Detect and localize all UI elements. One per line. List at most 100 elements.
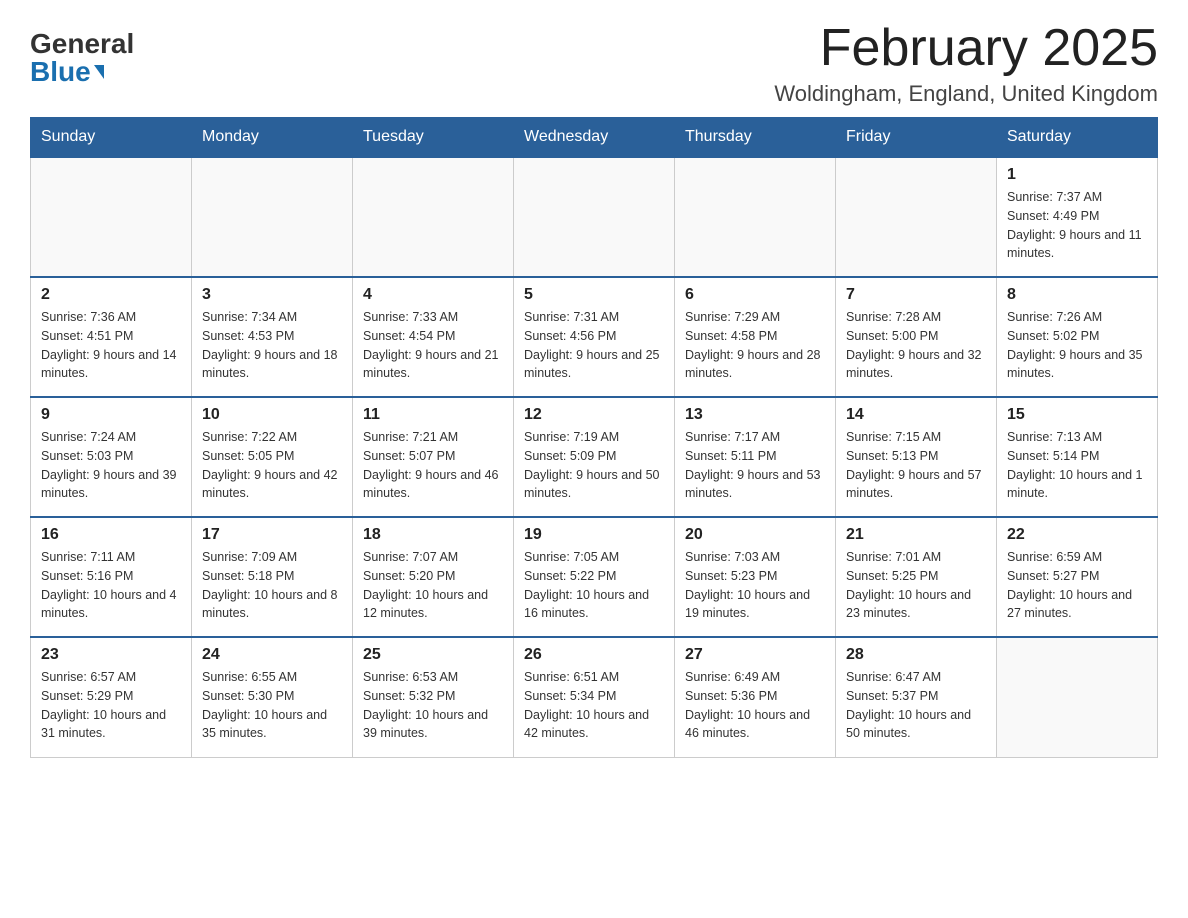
- location-title: Woldingham, England, United Kingdom: [774, 81, 1158, 107]
- day-info: Sunrise: 7:19 AMSunset: 5:09 PMDaylight:…: [524, 428, 664, 503]
- table-row: 15 Sunrise: 7:13 AMSunset: 5:14 PMDayligh…: [997, 397, 1158, 517]
- day-number: 17: [202, 526, 342, 544]
- day-number: 22: [1007, 526, 1147, 544]
- day-number: 3: [202, 286, 342, 304]
- table-row: [997, 637, 1158, 757]
- table-row: [675, 157, 836, 277]
- table-row: 25 Sunrise: 6:53 AMSunset: 5:32 PMDayligh…: [353, 637, 514, 757]
- day-number: 16: [41, 526, 181, 544]
- day-info: Sunrise: 7:03 AMSunset: 5:23 PMDaylight:…: [685, 548, 825, 623]
- header-monday: Monday: [192, 118, 353, 158]
- title-area: February 2025 Woldingham, England, Unite…: [774, 20, 1158, 107]
- day-number: 5: [524, 286, 664, 304]
- day-info: Sunrise: 7:34 AMSunset: 4:53 PMDaylight:…: [202, 308, 342, 383]
- header-friday: Friday: [836, 118, 997, 158]
- table-row: 20 Sunrise: 7:03 AMSunset: 5:23 PMDayligh…: [675, 517, 836, 637]
- table-row: 22 Sunrise: 6:59 AMSunset: 5:27 PMDayligh…: [997, 517, 1158, 637]
- calendar-week-row: 23Sunrise: 6:57 AMSunset: 5:29 PMDayligh…: [31, 637, 1158, 757]
- day-info: Sunrise: 7:13 AMSunset: 5:14 PMDaylight:…: [1007, 428, 1147, 503]
- calendar-week-row: 1 Sunrise: 7:37 AMSunset: 4:49 PMDaylight…: [31, 157, 1158, 277]
- table-row: 18 Sunrise: 7:07 AMSunset: 5:20 PMDayligh…: [353, 517, 514, 637]
- table-row: 24Sunrise: 6:55 AMSunset: 5:30 PMDayligh…: [192, 637, 353, 757]
- table-row: 1 Sunrise: 7:37 AMSunset: 4:49 PMDaylight…: [997, 157, 1158, 277]
- day-number: 1: [1007, 166, 1147, 184]
- table-row: 2 Sunrise: 7:36 AMSunset: 4:51 PMDaylight…: [31, 277, 192, 397]
- table-row: 28 Sunrise: 6:47 AMSunset: 5:37 PMDayligh…: [836, 637, 997, 757]
- calendar-header-row: Sunday Monday Tuesday Wednesday Thursday…: [31, 118, 1158, 158]
- day-number: 2: [41, 286, 181, 304]
- day-info: Sunrise: 7:07 AMSunset: 5:20 PMDaylight:…: [363, 548, 503, 623]
- table-row: 8Sunrise: 7:26 AMSunset: 5:02 PMDaylight…: [997, 277, 1158, 397]
- table-row: 17 Sunrise: 7:09 AMSunset: 5:18 PMDayligh…: [192, 517, 353, 637]
- day-number: 28: [846, 646, 986, 664]
- table-row: 9Sunrise: 7:24 AMSunset: 5:03 PMDaylight…: [31, 397, 192, 517]
- table-row: 10Sunrise: 7:22 AMSunset: 5:05 PMDayligh…: [192, 397, 353, 517]
- table-row: 12Sunrise: 7:19 AMSunset: 5:09 PMDayligh…: [514, 397, 675, 517]
- day-info: Sunrise: 6:51 AMSunset: 5:34 PMDaylight:…: [524, 668, 664, 743]
- day-info: Sunrise: 7:01 AMSunset: 5:25 PMDaylight:…: [846, 548, 986, 623]
- table-row: 5 Sunrise: 7:31 AMSunset: 4:56 PMDaylight…: [514, 277, 675, 397]
- table-row: [836, 157, 997, 277]
- day-info: Sunrise: 7:28 AMSunset: 5:00 PMDaylight:…: [846, 308, 986, 383]
- header-saturday: Saturday: [997, 118, 1158, 158]
- table-row: 3 Sunrise: 7:34 AMSunset: 4:53 PMDaylight…: [192, 277, 353, 397]
- table-row: 6 Sunrise: 7:29 AMSunset: 4:58 PMDaylight…: [675, 277, 836, 397]
- day-info: Sunrise: 6:47 AMSunset: 5:37 PMDaylight:…: [846, 668, 986, 743]
- day-number: 8: [1007, 286, 1147, 304]
- day-info: Sunrise: 7:21 AMSunset: 5:07 PMDaylight:…: [363, 428, 503, 503]
- month-title: February 2025: [774, 20, 1158, 77]
- day-number: 20: [685, 526, 825, 544]
- header-wednesday: Wednesday: [514, 118, 675, 158]
- day-info: Sunrise: 7:36 AMSunset: 4:51 PMDaylight:…: [41, 308, 181, 383]
- table-row: 4 Sunrise: 7:33 AMSunset: 4:54 PMDaylight…: [353, 277, 514, 397]
- table-row: 14 Sunrise: 7:15 AMSunset: 5:13 PMDayligh…: [836, 397, 997, 517]
- day-info: Sunrise: 7:37 AMSunset: 4:49 PMDaylight:…: [1007, 188, 1147, 263]
- day-number: 24: [202, 646, 342, 664]
- table-row: [31, 157, 192, 277]
- day-info: Sunrise: 6:53 AMSunset: 5:32 PMDaylight:…: [363, 668, 503, 743]
- header-sunday: Sunday: [31, 118, 192, 158]
- day-info: Sunrise: 7:09 AMSunset: 5:18 PMDaylight:…: [202, 548, 342, 623]
- table-row: 16 Sunrise: 7:11 AMSunset: 5:16 PMDayligh…: [31, 517, 192, 637]
- page-header: General Blue February 2025 Woldingham, E…: [30, 20, 1158, 107]
- table-row: [353, 157, 514, 277]
- logo: General Blue: [30, 20, 134, 86]
- table-row: 7 Sunrise: 7:28 AMSunset: 5:00 PMDaylight…: [836, 277, 997, 397]
- day-info: Sunrise: 7:24 AMSunset: 5:03 PMDaylight:…: [41, 428, 181, 503]
- day-number: 6: [685, 286, 825, 304]
- day-info: Sunrise: 7:17 AMSunset: 5:11 PMDaylight:…: [685, 428, 825, 503]
- header-thursday: Thursday: [675, 118, 836, 158]
- day-info: Sunrise: 6:59 AMSunset: 5:27 PMDaylight:…: [1007, 548, 1147, 623]
- day-number: 23: [41, 646, 181, 664]
- table-row: 27 Sunrise: 6:49 AMSunset: 5:36 PMDayligh…: [675, 637, 836, 757]
- day-number: 25: [363, 646, 503, 664]
- day-number: 18: [363, 526, 503, 544]
- table-row: [514, 157, 675, 277]
- header-tuesday: Tuesday: [353, 118, 514, 158]
- day-info: Sunrise: 7:33 AMSunset: 4:54 PMDaylight:…: [363, 308, 503, 383]
- day-info: Sunrise: 7:11 AMSunset: 5:16 PMDaylight:…: [41, 548, 181, 623]
- day-number: 27: [685, 646, 825, 664]
- table-row: 13Sunrise: 7:17 AMSunset: 5:11 PMDayligh…: [675, 397, 836, 517]
- day-number: 7: [846, 286, 986, 304]
- logo-blue-text: Blue: [30, 58, 106, 86]
- day-number: 26: [524, 646, 664, 664]
- day-info: Sunrise: 7:31 AMSunset: 4:56 PMDaylight:…: [524, 308, 664, 383]
- day-number: 15: [1007, 406, 1147, 424]
- calendar-week-row: 9Sunrise: 7:24 AMSunset: 5:03 PMDaylight…: [31, 397, 1158, 517]
- day-info: Sunrise: 7:15 AMSunset: 5:13 PMDaylight:…: [846, 428, 986, 503]
- logo-general-text: General: [30, 30, 134, 58]
- calendar-table: Sunday Monday Tuesday Wednesday Thursday…: [30, 117, 1158, 758]
- day-number: 4: [363, 286, 503, 304]
- calendar-week-row: 2 Sunrise: 7:36 AMSunset: 4:51 PMDaylight…: [31, 277, 1158, 397]
- day-number: 10: [202, 406, 342, 424]
- day-number: 11: [363, 406, 503, 424]
- day-info: Sunrise: 6:49 AMSunset: 5:36 PMDaylight:…: [685, 668, 825, 743]
- table-row: 11 Sunrise: 7:21 AMSunset: 5:07 PMDayligh…: [353, 397, 514, 517]
- day-number: 21: [846, 526, 986, 544]
- day-number: 19: [524, 526, 664, 544]
- day-number: 14: [846, 406, 986, 424]
- day-info: Sunrise: 7:29 AMSunset: 4:58 PMDaylight:…: [685, 308, 825, 383]
- table-row: 26 Sunrise: 6:51 AMSunset: 5:34 PMDayligh…: [514, 637, 675, 757]
- table-row: 21 Sunrise: 7:01 AMSunset: 5:25 PMDayligh…: [836, 517, 997, 637]
